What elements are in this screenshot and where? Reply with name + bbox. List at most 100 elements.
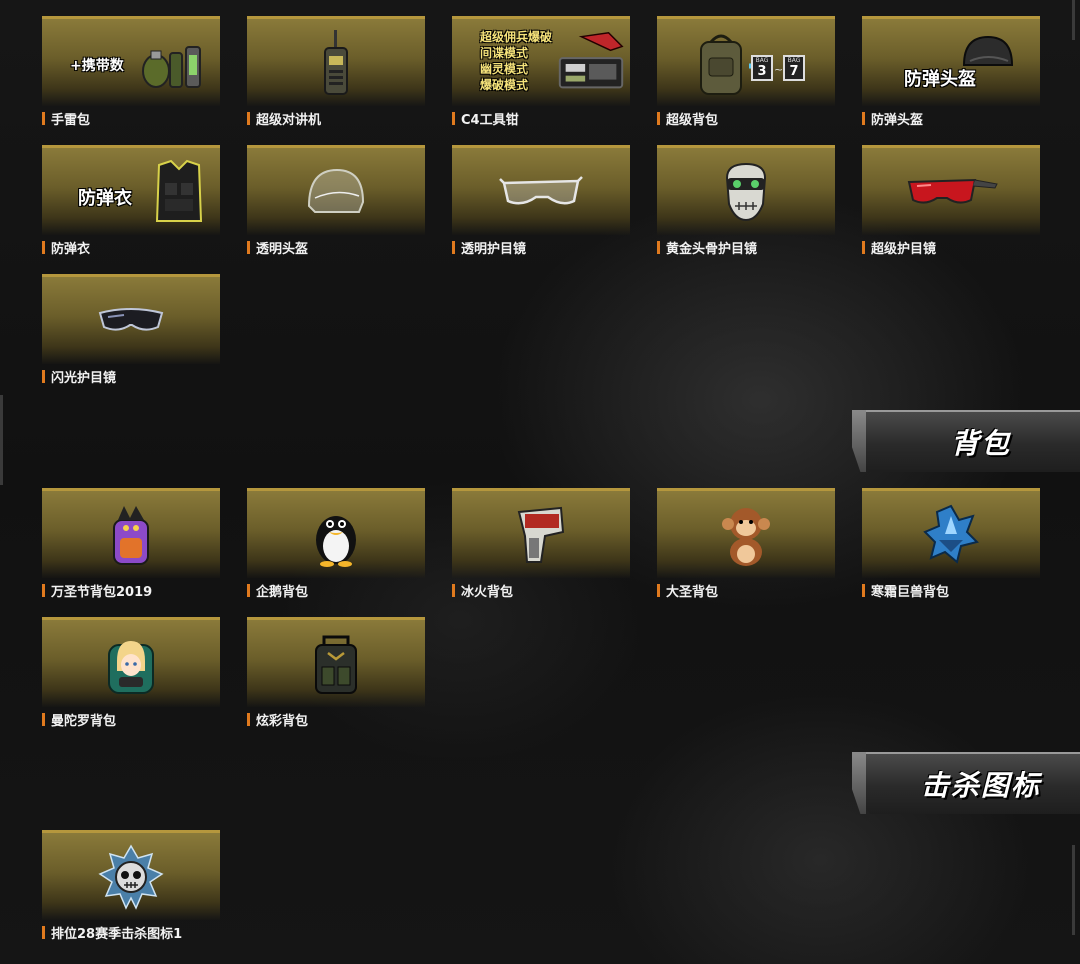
item-ice-fire-backpack[interactable]: 冰火背包	[452, 488, 630, 600]
c4-pliers-icon	[558, 31, 624, 88]
item-tile	[247, 145, 425, 235]
item-label: 闪光护目镜	[51, 370, 117, 386]
ranked-skull-badge-icon	[98, 844, 164, 910]
bulletproof-vest-icon	[155, 159, 203, 222]
item-label: 防弹衣	[51, 241, 91, 257]
section-header-backpacks: 背包	[852, 410, 1080, 472]
item-monkey-backpack[interactable]: 大圣背包	[657, 488, 835, 600]
item-label: 排位28赛季击杀图标1	[51, 926, 183, 942]
item-super-walkie-talkie[interactable]: 超级对讲机	[247, 16, 425, 128]
item-tile: 超级佣兵爆破 间谍模式 幽灵模式 爆破模式	[452, 16, 630, 106]
item-tile: 防弹衣	[42, 145, 220, 235]
label-marker	[452, 583, 455, 597]
walkie-talkie-icon	[324, 29, 348, 95]
label-marker	[42, 712, 45, 726]
label-marker	[862, 111, 865, 125]
item-label: 寒霜巨兽背包	[871, 584, 950, 600]
item-halloween-backpack[interactable]: 万圣节背包2019	[42, 488, 220, 600]
item-label: 大圣背包	[666, 584, 719, 600]
item-tile	[452, 145, 630, 235]
vest-overlay-text: 防弹衣	[78, 188, 132, 209]
monkey-backpack-icon	[722, 507, 770, 566]
label-marker	[42, 240, 45, 254]
item-tile: BAG 3 ~ BAG 7	[657, 16, 835, 106]
flash-goggles-icon	[98, 307, 164, 331]
label-marker	[657, 111, 660, 125]
frost-beast-backpack-icon	[923, 504, 979, 564]
item-tile	[862, 145, 1040, 235]
item-label: 超级背包	[666, 112, 719, 128]
item-frost-beast-backpack[interactable]: 寒霜巨兽背包	[862, 488, 1040, 600]
item-grenade-pack[interactable]: +携带数 手雷包	[42, 16, 220, 128]
section-title: 背包	[950, 427, 1011, 460]
penguin-backpack-icon	[316, 515, 356, 567]
ice-fire-backpack-icon	[517, 506, 565, 563]
item-label: 黄金头骨护目镜	[666, 241, 758, 257]
label-marker	[247, 111, 250, 125]
section-title: 击杀图标	[920, 769, 1041, 802]
item-ranked-kill-icon[interactable]: 排位28赛季击杀图标1	[42, 830, 220, 942]
grenade-pack-icon	[142, 45, 201, 88]
label-marker	[247, 583, 250, 597]
item-tile	[862, 488, 1040, 578]
item-bulletproof-vest[interactable]: 防弹衣 防弹衣	[42, 145, 220, 257]
grenade-extra-text: +携带数	[70, 58, 124, 74]
label-marker	[862, 583, 865, 597]
item-label: 透明护目镜	[461, 241, 527, 257]
item-label: 万圣节背包2019	[51, 584, 153, 600]
item-label: 透明头盔	[256, 241, 309, 257]
item-flash-goggles[interactable]: 闪光护目镜	[42, 274, 220, 386]
item-label: 超级护目镜	[871, 241, 937, 257]
item-super-goggles[interactable]: 超级护目镜	[862, 145, 1040, 257]
item-tile	[657, 145, 835, 235]
item-super-backpack[interactable]: BAG 3 ~ BAG 7 超级背包	[657, 16, 835, 128]
item-label: 炫彩背包	[256, 713, 309, 729]
section-edge	[852, 410, 866, 472]
label-marker	[657, 240, 660, 254]
item-gold-skull-goggles[interactable]: 黄金头骨护目镜	[657, 145, 835, 257]
section-edge	[852, 752, 866, 814]
item-c4-pliers[interactable]: 超级佣兵爆破 间谍模式 幽灵模式 爆破模式 C4工具钳	[452, 16, 630, 128]
halloween-backpack-icon	[113, 505, 149, 565]
label-marker	[42, 369, 45, 383]
item-transparent-helmet[interactable]: 透明头盔	[247, 145, 425, 257]
right-frame-bracket-lower	[1072, 845, 1075, 935]
bag-tilde: ~	[774, 63, 784, 76]
item-mandala-backpack[interactable]: 曼陀罗背包	[42, 617, 220, 729]
item-label: C4工具钳	[461, 112, 519, 128]
item-tile	[42, 488, 220, 578]
c4-mode-text: 超级佣兵爆破	[480, 30, 553, 44]
red-goggles-icon	[907, 178, 998, 204]
helmet-overlay-text: 防弹头盔	[904, 69, 976, 90]
item-transparent-goggles[interactable]: 透明护目镜	[452, 145, 630, 257]
item-penguin-backpack[interactable]: 企鹅背包	[247, 488, 425, 600]
gold-skull-mask-icon	[725, 162, 767, 221]
c4-mode-list: 超级佣兵爆破 间谍模式 幽灵模式 爆破模式	[480, 29, 552, 93]
item-label: 防弹头盔	[871, 112, 924, 128]
bag-right-value: 7	[789, 64, 799, 79]
item-label: 曼陀罗背包	[51, 713, 117, 729]
item-tile	[657, 488, 835, 578]
label-marker	[657, 583, 660, 597]
item-label: 手雷包	[51, 112, 91, 128]
bag-left-value: 3	[757, 64, 767, 79]
left-frame-bracket	[0, 395, 3, 485]
item-label: 企鹅背包	[256, 584, 309, 600]
label-marker	[42, 583, 45, 597]
label-marker	[42, 111, 45, 125]
bag-badge-right: BAG 7	[783, 55, 805, 81]
c4-mode-text: 爆破模式	[480, 78, 529, 92]
label-marker	[452, 111, 455, 125]
section-header-kill-icons: 击杀图标	[852, 752, 1080, 814]
label-marker	[862, 240, 865, 254]
item-tile	[42, 617, 220, 707]
item-colorful-backpack[interactable]: 炫彩背包	[247, 617, 425, 729]
item-bulletproof-helmet[interactable]: 防弹头盔 防弹头盔	[862, 16, 1040, 128]
item-tile	[42, 830, 220, 920]
item-tile	[247, 617, 425, 707]
c4-mode-text: 间谍模式	[480, 46, 529, 60]
label-marker	[452, 240, 455, 254]
item-label: 冰火背包	[461, 584, 514, 600]
item-label: 超级对讲机	[256, 112, 322, 128]
c4-mode-text: 幽灵模式	[480, 62, 529, 76]
